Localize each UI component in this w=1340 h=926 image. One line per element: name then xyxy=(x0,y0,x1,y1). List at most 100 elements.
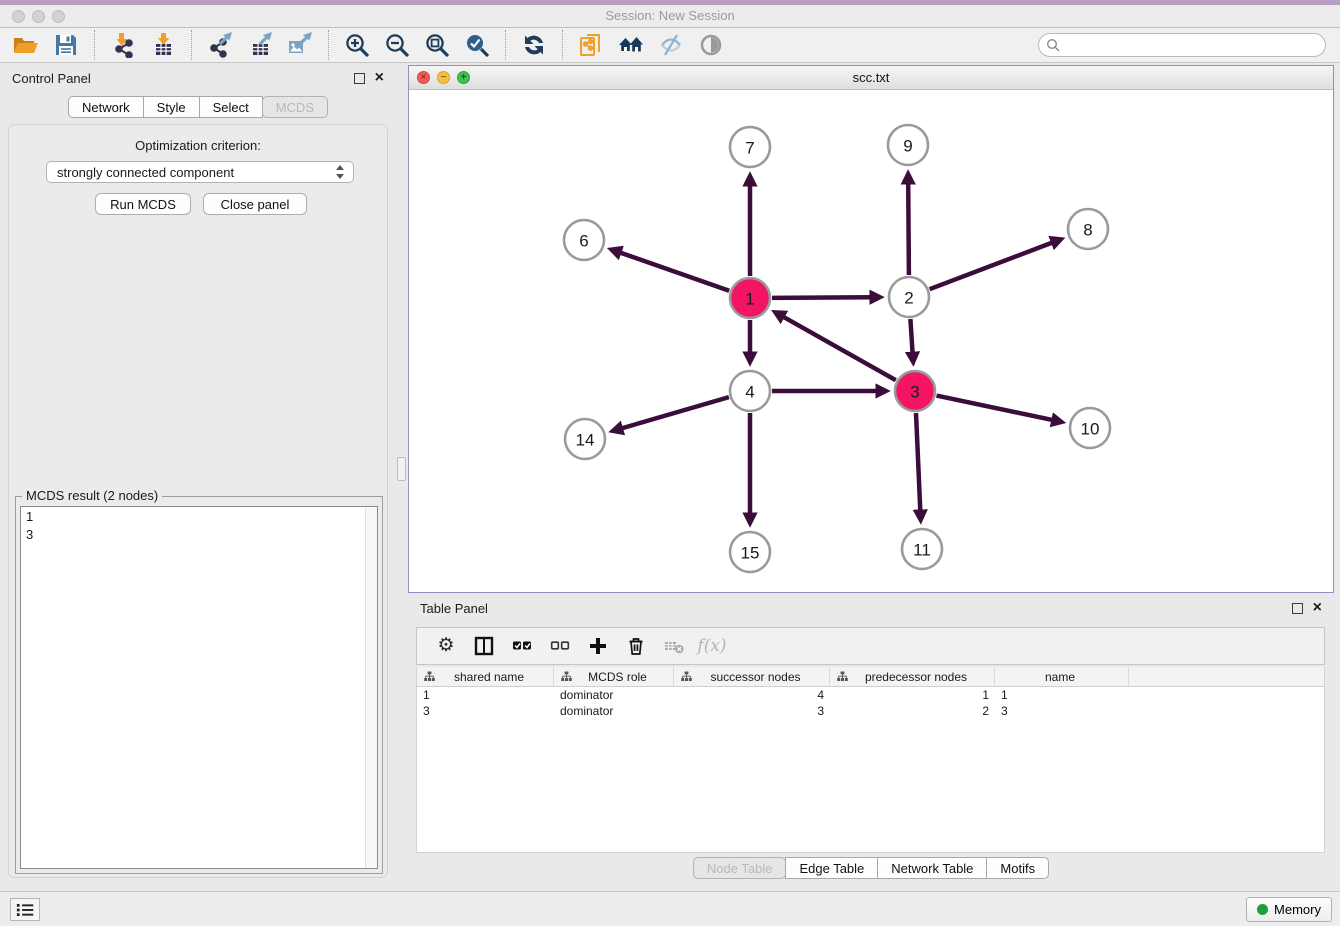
table-panel-header: Table Panel × xyxy=(408,595,1334,621)
criterion-dropdown[interactable]: strongly connected component xyxy=(46,161,354,183)
tab-style[interactable]: Style xyxy=(143,96,200,118)
graph-node-1[interactable]: 1 xyxy=(730,278,770,318)
table-row[interactable]: 3dominator323 xyxy=(417,703,1324,719)
open-session-button[interactable] xyxy=(6,29,46,61)
graph-node-6[interactable]: 6 xyxy=(564,220,604,260)
graph-edge-3-10[interactable] xyxy=(937,396,1053,421)
tab-select[interactable]: Select xyxy=(199,96,263,118)
view-minimize-button[interactable]: − xyxy=(437,71,450,84)
clone-network-button[interactable] xyxy=(571,29,611,61)
export-network-button[interactable] xyxy=(200,29,240,61)
table-cell: 3 xyxy=(417,703,554,719)
memory-label: Memory xyxy=(1274,902,1321,917)
graph-node-4[interactable]: 4 xyxy=(730,371,770,411)
toggle-graphics-icon xyxy=(698,32,724,58)
column-header-name[interactable]: name xyxy=(995,667,1129,686)
tab-edge-table[interactable]: Edge Table xyxy=(785,857,878,879)
graph-node-3[interactable]: 3 xyxy=(895,371,935,411)
toolbar-separator xyxy=(328,30,329,60)
refresh-view-icon xyxy=(521,32,547,58)
zoom-out-button[interactable] xyxy=(377,29,417,61)
tab-mcds[interactable]: MCDS xyxy=(262,96,328,118)
zoom-in-button[interactable] xyxy=(337,29,377,61)
select-all-columns-button[interactable] xyxy=(505,631,539,661)
view-maximize-button[interactable]: + xyxy=(457,71,470,84)
search-input[interactable] xyxy=(1038,33,1326,57)
split-columns-button[interactable] xyxy=(467,631,501,661)
network-canvas[interactable]: 7 9 6 8 1 2 4 3 14 10 15 11 xyxy=(409,90,1333,592)
memory-button[interactable]: Memory xyxy=(1246,897,1332,922)
graph-node-15[interactable]: 15 xyxy=(730,532,770,572)
import-network-icon xyxy=(110,32,136,58)
import-table-button[interactable] xyxy=(143,29,183,61)
toolbar-separator xyxy=(505,30,506,60)
graph-edge-2-8[interactable] xyxy=(930,243,1053,290)
graph-edge-1-6[interactable] xyxy=(620,253,729,291)
tab-network[interactable]: Network xyxy=(68,96,144,118)
panel-splitter-handle[interactable] xyxy=(397,457,406,481)
tab-node-table[interactable]: Node Table xyxy=(693,857,787,879)
table-float-panel-icon[interactable] xyxy=(1292,603,1303,614)
network-view-title: scc.txt xyxy=(409,70,1333,85)
session-title: Session: New Session xyxy=(0,8,1340,23)
hide-details-button[interactable] xyxy=(651,29,691,61)
table-settings-button[interactable]: ⚙ xyxy=(429,631,463,661)
home-network-icon xyxy=(618,32,644,58)
import-table-icon xyxy=(150,32,176,58)
view-close-button[interactable]: × xyxy=(417,71,430,84)
graph-edge-2-9[interactable] xyxy=(908,183,909,275)
column-type-icon xyxy=(837,671,848,682)
column-header-successor-nodes[interactable]: successor nodes xyxy=(674,667,830,686)
tab-network-table[interactable]: Network Table xyxy=(877,857,987,879)
save-session-button[interactable] xyxy=(46,29,86,61)
toolbar-separator xyxy=(94,30,95,60)
zoom-selected-icon xyxy=(464,32,490,58)
graph-node-10[interactable]: 10 xyxy=(1070,408,1110,448)
node-table[interactable]: shared nameMCDS rolesuccessor nodesprede… xyxy=(416,667,1325,853)
import-network-button[interactable] xyxy=(103,29,143,61)
mcds-result-item: 3 xyxy=(21,525,377,543)
refresh-view-button[interactable] xyxy=(514,29,554,61)
graph-edge-2-3[interactable] xyxy=(910,319,912,353)
result-scrollbar[interactable] xyxy=(365,507,377,868)
column-type-icon xyxy=(681,671,692,682)
run-mcds-button[interactable]: Run MCDS xyxy=(95,193,191,215)
graph-node-7[interactable]: 7 xyxy=(730,127,770,167)
network-graph: 7 9 6 8 1 2 4 3 14 10 15 11 xyxy=(409,90,1333,592)
table-close-panel-icon[interactable]: × xyxy=(1313,602,1322,614)
graph-edge-3-11[interactable] xyxy=(916,413,920,511)
graph-node-14[interactable]: 14 xyxy=(565,419,605,459)
table-cell: 1 xyxy=(995,687,1129,703)
export-image-button[interactable] xyxy=(280,29,320,61)
graph-edge-3-1[interactable] xyxy=(783,317,896,381)
home-network-button[interactable] xyxy=(611,29,651,61)
graph-edge-4-14[interactable] xyxy=(622,397,729,428)
zoom-fit-button[interactable] xyxy=(417,29,457,61)
column-header-shared-name[interactable]: shared name xyxy=(417,667,554,686)
delete-column-button[interactable] xyxy=(619,631,653,661)
column-header-predecessor-nodes[interactable]: predecessor nodes xyxy=(830,667,995,686)
graph-edge-1-2[interactable] xyxy=(772,297,871,298)
table-cell: 3 xyxy=(674,703,830,719)
tab-motifs[interactable]: Motifs xyxy=(986,857,1049,879)
graph-node-2[interactable]: 2 xyxy=(889,277,929,317)
mcds-result-list[interactable]: 13 xyxy=(20,506,378,869)
graph-node-8[interactable]: 8 xyxy=(1068,209,1108,249)
network-view-titlebar[interactable]: × − + scc.txt xyxy=(409,66,1333,90)
table-row[interactable]: 1dominator411 xyxy=(417,687,1324,703)
column-header-MCDS-role[interactable]: MCDS role xyxy=(554,667,674,686)
close-panel-icon[interactable]: × xyxy=(375,72,384,84)
float-panel-icon[interactable] xyxy=(354,73,365,84)
task-history-button[interactable] xyxy=(10,898,40,921)
graph-node-label: 2 xyxy=(904,289,913,308)
add-column-button[interactable] xyxy=(581,631,615,661)
close-panel-button[interactable]: Close panel xyxy=(203,193,307,215)
toggle-graphics-button[interactable] xyxy=(691,29,731,61)
export-table-button[interactable] xyxy=(240,29,280,61)
zoom-selected-button[interactable] xyxy=(457,29,497,61)
graph-node-label: 8 xyxy=(1083,221,1092,240)
graph-node-9[interactable]: 9 xyxy=(888,125,928,165)
export-network-icon xyxy=(207,32,233,58)
graph-node-11[interactable]: 11 xyxy=(902,529,942,569)
unselect-all-columns-button[interactable] xyxy=(543,631,577,661)
